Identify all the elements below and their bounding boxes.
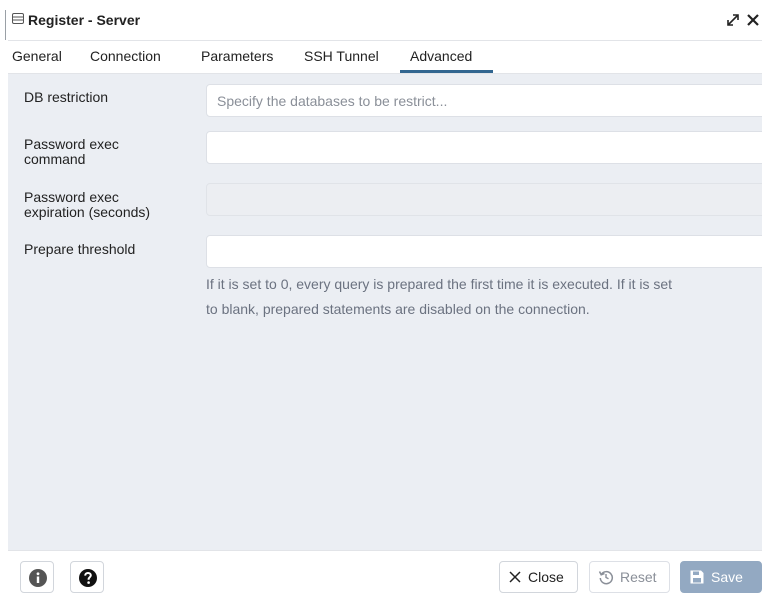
help-button[interactable] <box>70 561 104 593</box>
expand-icon[interactable] <box>726 13 740 27</box>
password-exec-expiration-label-line2: expiration (seconds) <box>24 204 151 220</box>
reset-button[interactable]: Reset <box>589 561 670 593</box>
close-button-label: Close <box>528 569 564 585</box>
server-window-icon <box>12 13 24 24</box>
prepare-threshold-help-line1: If it is set to 0, every query is prepar… <box>206 276 673 292</box>
active-tab-indicator <box>400 70 493 73</box>
password-exec-expiration-input <box>206 183 762 216</box>
password-exec-expiration-label-line1: Password exec <box>24 189 119 205</box>
x-icon <box>509 571 521 583</box>
tab-advanced[interactable]: Advanced <box>410 48 472 64</box>
edge-divider <box>5 10 6 40</box>
left-edge <box>0 0 8 602</box>
db-restriction-input[interactable] <box>206 84 762 117</box>
prepare-threshold-help: If it is set to 0, every query is prepar… <box>206 272 762 322</box>
password-exec-command-input[interactable] <box>206 131 762 164</box>
reset-button-label: Reset <box>620 569 657 585</box>
save-button[interactable]: Save <box>680 561 762 593</box>
save-button-label: Save <box>711 569 743 585</box>
prepare-threshold-input[interactable] <box>206 235 762 268</box>
tab-bar: General Connection Parameters SSH Tunnel… <box>8 41 762 74</box>
register-server-dialog: Register - Server General Connection Par… <box>8 0 762 603</box>
db-restriction-label: DB restriction <box>24 89 109 105</box>
tab-parameters[interactable]: Parameters <box>201 48 273 64</box>
advanced-panel: DB restriction Password exec command Pas… <box>8 74 762 550</box>
reset-icon <box>598 570 614 585</box>
tab-general[interactable]: General <box>12 48 62 64</box>
dialog-footer: Close Reset Save <box>8 550 762 603</box>
info-icon <box>29 569 47 587</box>
tab-ssh-tunnel[interactable]: SSH Tunnel <box>304 48 379 64</box>
help-icon <box>79 569 97 587</box>
close-button[interactable]: Close <box>499 561 578 593</box>
close-icon[interactable] <box>746 13 760 27</box>
save-icon <box>690 570 704 584</box>
password-exec-command-label-line2: command <box>24 151 86 167</box>
prepare-threshold-label: Prepare threshold <box>24 241 136 257</box>
info-button[interactable] <box>20 561 54 593</box>
tab-connection[interactable]: Connection <box>90 48 161 64</box>
password-exec-command-label-line1: Password exec <box>24 136 119 152</box>
dialog-title: Register - Server <box>28 12 141 28</box>
password-exec-command-label: Password exec command <box>24 137 119 167</box>
password-exec-expiration-label: Password exec expiration (seconds) <box>24 190 150 220</box>
prepare-threshold-help-line2: to blank, prepared statements are disabl… <box>206 301 590 317</box>
dialog-titlebar[interactable]: Register - Server <box>8 0 762 41</box>
